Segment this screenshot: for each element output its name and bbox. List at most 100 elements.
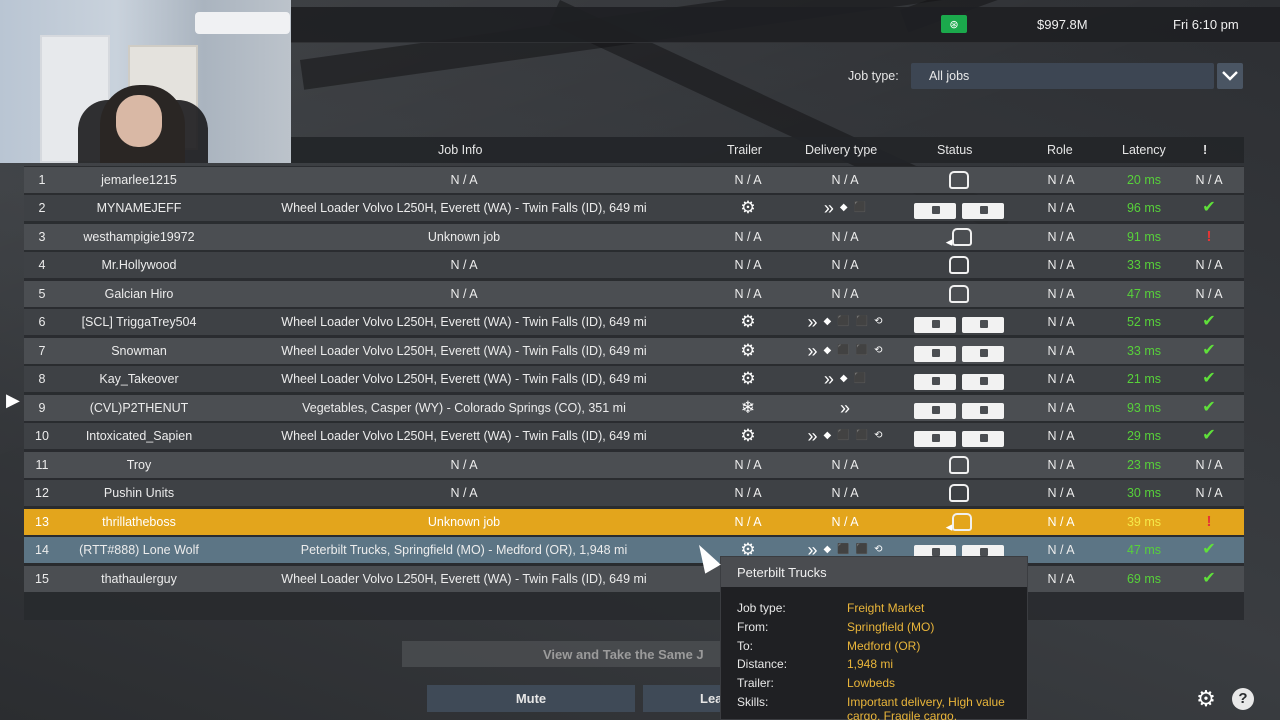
status-cell xyxy=(909,480,1009,506)
player-row[interactable]: 2 MYNAMEJEFF Wheel Loader Volvo L250H, Eve… xyxy=(24,195,1244,221)
job-info: N / A xyxy=(450,458,478,472)
checkmark-icon: ✔ xyxy=(1202,570,1216,587)
column-latency[interactable]: Latency xyxy=(1122,143,1166,157)
flag-cell: ✔ xyxy=(1187,395,1231,421)
job-info: N / A xyxy=(450,173,478,187)
trailer-gear-icon: ⚙ xyxy=(740,198,756,217)
flag-cell: ✔ xyxy=(1187,338,1231,364)
role-cell: N / A xyxy=(1047,287,1075,301)
player-number: 4 xyxy=(38,258,46,272)
player-number: 10 xyxy=(35,429,49,443)
trailer-cell: N / A xyxy=(734,230,762,244)
job-info: N / A xyxy=(450,486,478,500)
player-number: 6 xyxy=(38,315,46,329)
latency-cell: 96 ms xyxy=(1126,201,1162,215)
player-row[interactable]: 7 Snowman Wheel Loader Volvo L250H, Everet… xyxy=(24,338,1244,364)
driving-car-icon xyxy=(949,171,969,189)
fragile-cargo-icon: ⬛ xyxy=(837,316,850,327)
column-status[interactable]: Status xyxy=(937,143,972,157)
latency-cell: 23 ms xyxy=(1126,458,1162,472)
player-row[interactable]: 9 (CVL)P2THENUT Vegetables, Casper (WY) - … xyxy=(24,395,1244,421)
player-row[interactable]: 8 Kay_Takeover Wheel Loader Volvo L250H, E… xyxy=(24,366,1244,392)
role-cell: N / A xyxy=(1047,486,1075,500)
driving-car-icon xyxy=(952,513,973,531)
player-number: 2 xyxy=(38,201,46,215)
tooltip-to-label: To: xyxy=(737,639,754,653)
job-type-label: Job type: xyxy=(848,69,899,83)
trailer-gear-icon: ⚙ xyxy=(740,312,756,331)
latency-cell: 39 ms xyxy=(1126,515,1162,529)
truck-icon xyxy=(914,345,956,362)
mute-button[interactable]: Mute xyxy=(427,685,635,712)
trailer-cell: ⚙ xyxy=(724,423,772,449)
high-value-cargo-icon: ◆ xyxy=(839,373,848,384)
latency-cell: 20 ms xyxy=(1126,173,1162,187)
role-cell: N / A xyxy=(1047,515,1075,529)
status-cell xyxy=(909,423,1009,449)
player-row[interactable]: 13 thrillatheboss Unknown job N / A N / A ◂ N … xyxy=(24,509,1244,535)
delivery-type-cell: » ◆ ⬛ ⬛ ⟲ xyxy=(794,309,896,335)
help-icon[interactable]: ? xyxy=(1232,688,1254,710)
player-number: 15 xyxy=(35,572,49,586)
high-value-cargo-icon: ◆ xyxy=(823,430,832,441)
trailer-cell: N / A xyxy=(734,486,762,500)
player-row[interactable]: 11 Troy N / A N / A N / A N / A 23 ms N / A xyxy=(24,452,1244,478)
role-cell: N / A xyxy=(1047,344,1075,358)
player-row[interactable]: 10 Intoxicated_Sapien Wheel Loader Volvo L… xyxy=(24,423,1244,449)
heavy-cargo-icon: ⬛ xyxy=(855,430,869,441)
player-name: (RTT#888) Lone Wolf xyxy=(79,543,199,557)
player-name: Troy xyxy=(126,458,152,472)
fragile-cargo-icon: ⬛ xyxy=(853,373,867,384)
flag-cell: N / A xyxy=(1195,458,1223,472)
chevron-down-icon[interactable] xyxy=(1217,63,1243,89)
player-row[interactable]: 14 (RTT#888) Lone Wolf Peterbilt Trucks, S… xyxy=(24,537,1244,563)
view-same-job-button[interactable]: View and Take the Same J xyxy=(402,641,732,667)
column-flag[interactable]: ! xyxy=(1203,143,1207,157)
latency-cell: 52 ms xyxy=(1126,315,1162,329)
checkmark-icon: ✔ xyxy=(1202,199,1216,216)
player-row[interactable]: 5 Galcian Hiro N / A N / A N / A N / A 47 ms N … xyxy=(24,281,1244,307)
job-info: Unknown job xyxy=(427,515,501,529)
player-row[interactable]: 1 jemarlee1215 N / A N / A N / A N / A 20 ms N … xyxy=(24,167,1244,193)
return-icon: ⟲ xyxy=(874,316,883,327)
player-number: 11 xyxy=(35,458,49,472)
player-number: 5 xyxy=(38,287,46,301)
delivery-type-cell: N / A xyxy=(831,458,859,472)
delivery-type-cell: N / A xyxy=(831,173,859,187)
player-row[interactable]: 6 [SCL] TriggaTrey504 Wheel Loader Volvo L… xyxy=(24,309,1244,335)
delivery-type-cell: » ◆ ⬛ ⬛ ⟲ xyxy=(794,423,896,449)
column-job-info[interactable]: Job Info xyxy=(438,143,482,157)
player-row[interactable]: 12 Pushin Units N / A N / A N / A N / A 30 ms N… xyxy=(24,480,1244,506)
player-name: MYNAMEJEFF xyxy=(96,201,182,215)
role-cell: N / A xyxy=(1047,258,1075,272)
player-name: Kay_Takeover xyxy=(99,372,179,386)
trailer-gear-icon: ⚙ xyxy=(740,369,756,388)
column-delivery-type[interactable]: Delivery type xyxy=(805,143,877,157)
truck-icon xyxy=(914,402,956,419)
role-cell: N / A xyxy=(1047,429,1075,443)
express-delivery-icon: » xyxy=(823,198,834,218)
delivery-type-cell: N / A xyxy=(831,258,859,272)
status-cell: ◂ xyxy=(909,509,1009,535)
latency-cell: 91 ms xyxy=(1126,230,1162,244)
trailer-cell: ⚙ xyxy=(724,366,772,392)
settings-gear-icon[interactable]: ⚙ xyxy=(1193,686,1219,712)
flag-cell: N / A xyxy=(1195,173,1223,187)
status-cell xyxy=(909,309,1009,335)
tooltip-skills: Important delivery, High value cargo, Fr… xyxy=(847,695,1005,720)
play-arrow-icon: ▶ xyxy=(6,390,20,410)
truck-icon xyxy=(962,430,1004,447)
job-type-select[interactable]: All jobs xyxy=(911,63,1214,89)
tooltip-to: Medford (OR) xyxy=(847,639,921,653)
role-cell: N / A xyxy=(1047,201,1075,215)
player-row[interactable]: 3 westhampigie19972 Unknown job N / A N / A ◂… xyxy=(24,224,1244,250)
column-trailer[interactable]: Trailer xyxy=(727,143,762,157)
player-row[interactable]: 4 Mr.Hollywood N / A N / A N / A N / A 33 ms N … xyxy=(24,252,1244,278)
checkmark-icon: ✔ xyxy=(1202,399,1216,416)
column-role[interactable]: Role xyxy=(1047,143,1073,157)
role-cell: N / A xyxy=(1047,230,1075,244)
role-cell: N / A xyxy=(1047,372,1075,386)
driving-car-icon xyxy=(952,228,973,246)
player-row[interactable]: 15 thathaulerguy Wheel Loader Volvo L250H,… xyxy=(24,566,1244,592)
checkmark-icon: ✔ xyxy=(1202,342,1216,359)
